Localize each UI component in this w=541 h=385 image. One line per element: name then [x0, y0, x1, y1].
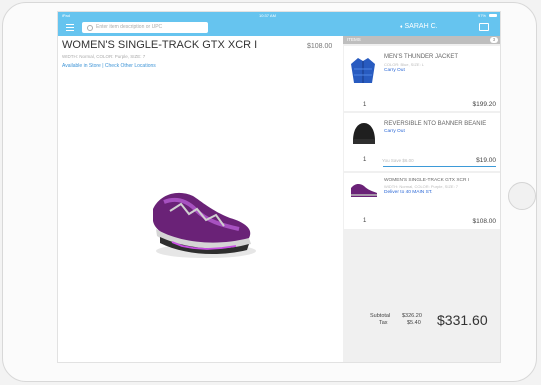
- item-quantity[interactable]: 1: [363, 157, 366, 163]
- item-name: WOMEN'S SINGLE-TRACK GTX XCR I: [384, 178, 470, 183]
- beanie-image: [353, 123, 375, 144]
- edit-cart-icon[interactable]: [479, 23, 489, 31]
- search-placeholder: Enter item description or UPC: [96, 24, 163, 30]
- search-icon: [87, 25, 93, 31]
- fulfillment-option[interactable]: Carry Out: [384, 68, 405, 73]
- item-price: $19.00: [476, 157, 496, 164]
- product-title: WOMEN'S SINGLE-TRACK GTX XCR I: [62, 39, 258, 51]
- cart-header-label: ITEMS: [347, 37, 361, 42]
- battery-percent: 97%: [477, 13, 486, 18]
- cart-count-badge: 3: [490, 37, 498, 43]
- item-savings: You Save $6.00: [382, 158, 414, 163]
- subtotal-value: $326.20: [402, 313, 422, 319]
- battery-icon: [489, 14, 497, 17]
- availability-links[interactable]: Available in Store | Check Other Locatio…: [62, 63, 156, 69]
- cart-header: ITEMS 3: [343, 36, 500, 44]
- subtotal-label: Subtotal: [370, 313, 391, 319]
- item-divider: [383, 166, 496, 167]
- cart-item[interactable]: REVERSIBLE NTO BANNER BEANIE Carry Out 1…: [344, 113, 500, 171]
- grand-total: $331.60: [437, 312, 488, 328]
- device-label: iPad: [62, 13, 71, 18]
- jacket-image: [351, 58, 375, 83]
- product-details: WIDTH: Normal, COLOR: Purple, SIZE: 7: [62, 54, 146, 59]
- product-image: [153, 192, 256, 258]
- screen: iPad 10:37 AM 97% Enter item description…: [57, 11, 501, 363]
- fulfillment-option[interactable]: Carry Out: [384, 129, 405, 134]
- item-price: $199.20: [472, 101, 497, 108]
- item-price: $108.00: [472, 218, 497, 225]
- status-bar: iPad 10:37 AM 97%: [58, 12, 500, 19]
- product-price: $108.00: [307, 43, 333, 50]
- tax-value: $5.40: [407, 320, 421, 326]
- fulfillment-option[interactable]: Deliver to 40 MAIN ST.: [384, 190, 433, 195]
- product-detail: WOMEN'S SINGLE-TRACK GTX XCR I $108.00 W…: [58, 36, 342, 362]
- item-meta: WIDTH: Normal, COLOR: Purple, SIZE: 7: [384, 184, 459, 189]
- user-name[interactable]: ♦ SARAH C.: [400, 23, 438, 30]
- totals: Subtotal $326.20 Tax $5.40 $331.60: [343, 307, 500, 362]
- clock: 10:37 AM: [259, 13, 276, 18]
- item-meta: COLOR: Blue, SIZE: L: [384, 62, 425, 67]
- tablet-frame: iPad 10:37 AM 97% Enter item description…: [2, 2, 537, 382]
- cart-item[interactable]: WOMEN'S SINGLE-TRACK GTX XCR I WIDTH: No…: [344, 173, 500, 229]
- cart-item[interactable]: MEN'S THUNDER JACKET COLOR: Blue, SIZE: …: [344, 46, 500, 111]
- item-name: MEN'S THUNDER JACKET: [384, 54, 459, 60]
- cart-panel: ITEMS 3 MEN'S THUNDER JACKET COLOR: Blue…: [343, 36, 500, 362]
- top-nav: Enter item description or UPC ♦ SARAH C.: [58, 19, 500, 36]
- user-label: SARAH C.: [404, 23, 438, 30]
- shoe-thumbnail: [351, 183, 377, 197]
- item-name: REVERSIBLE NTO BANNER BEANIE: [384, 121, 487, 127]
- search-input[interactable]: Enter item description or UPC: [82, 22, 208, 33]
- tax-label: Tax: [379, 320, 388, 326]
- menu-icon[interactable]: [66, 24, 74, 31]
- item-quantity[interactable]: 1: [363, 218, 366, 224]
- item-quantity[interactable]: 1: [363, 102, 366, 108]
- home-button[interactable]: [508, 182, 536, 210]
